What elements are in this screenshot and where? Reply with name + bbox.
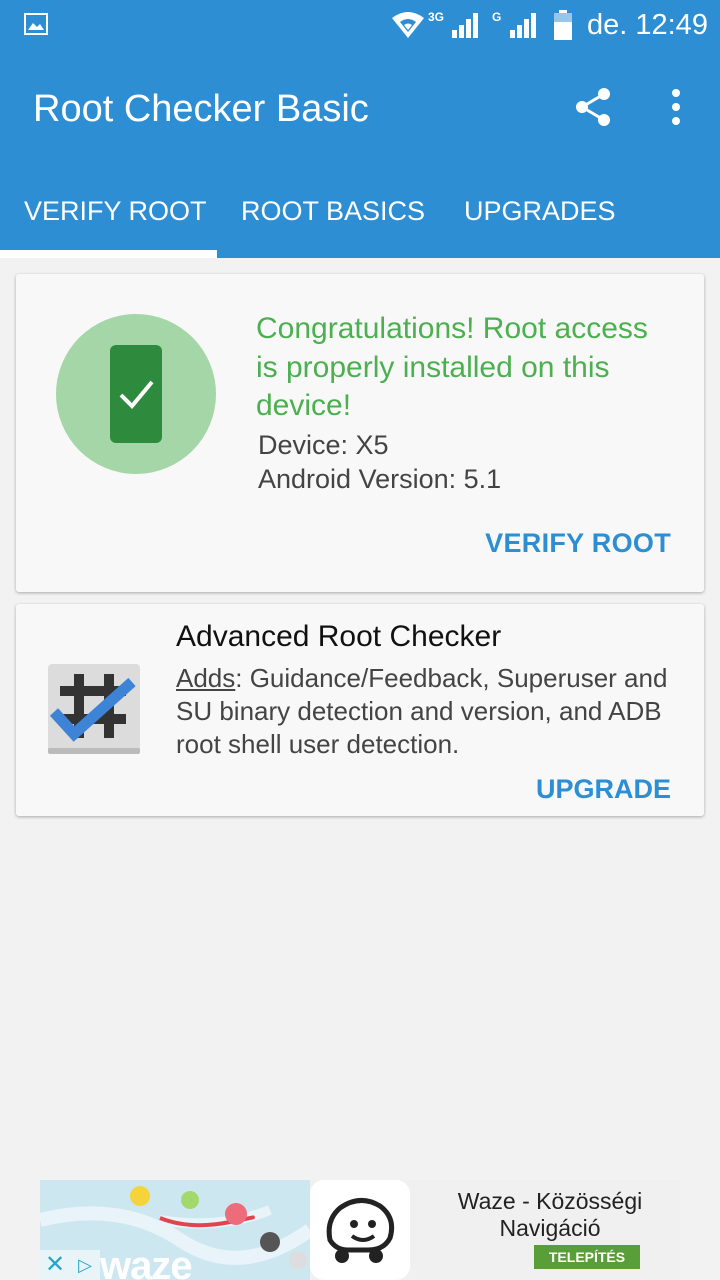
ad-title: Waze - Közösségi Navigáció: [457, 1188, 643, 1241]
status-bar: 3G G de. 12:49: [0, 0, 720, 50]
checkmark-icon: [119, 380, 154, 409]
ad-close-icon[interactable]: ✕: [40, 1250, 70, 1280]
signal-icon: [452, 13, 478, 38]
waze-logo-icon: [310, 1180, 410, 1280]
tab-root-basics[interactable]: ROOT BASICS: [241, 196, 425, 227]
network-type-label: 3G: [428, 10, 445, 24]
verify-root-button[interactable]: VERIFY ROOT: [485, 528, 671, 559]
more-vert-icon[interactable]: [664, 86, 688, 128]
network-type-label-2: G: [492, 10, 502, 24]
adds-link[interactable]: Adds: [176, 663, 235, 693]
upgrade-button[interactable]: UPGRADE: [536, 774, 671, 805]
root-status-message: Congratulations! Root access is properly…: [256, 312, 648, 422]
device-info: Device: X5: [258, 430, 389, 460]
upgrade-card: Advanced Root Checker Adds: Guidance/Fee…: [16, 604, 704, 816]
tab-verify-root[interactable]: VERIFY ROOT: [24, 196, 207, 227]
tab-upgrades[interactable]: UPGRADES: [464, 196, 616, 227]
upgrade-description: Adds: Guidance/Feedback, Superuser and S…: [176, 662, 686, 761]
ad-install-button[interactable]: TELEPÍTÉS: [534, 1245, 640, 1269]
ad-brand-text: waze: [100, 1244, 193, 1280]
clock: de. 12:49: [587, 9, 708, 41]
tab-indicator: [0, 250, 217, 258]
advanced-root-checker-icon: [48, 664, 140, 754]
signal-icon-2: [510, 13, 536, 38]
battery-icon: [554, 10, 572, 40]
adchoices-icon[interactable]: ▷: [70, 1250, 100, 1280]
upgrade-title: Advanced Root Checker: [176, 620, 502, 653]
app-bar: Root Checker Basic VERIFY ROOT ROOT BASI…: [0, 50, 720, 258]
app-title: Root Checker Basic: [33, 88, 369, 130]
root-result-card: Congratulations! Root access is properly…: [16, 274, 704, 592]
phone-check-icon: [110, 345, 162, 443]
wifi-icon: [392, 12, 424, 38]
ad-banner[interactable]: waze Waze - Közösségi Navigáció TELEPÍTÉ…: [40, 1180, 680, 1280]
android-version-info: Android Version: 5.1: [258, 464, 502, 494]
share-icon[interactable]: [572, 86, 614, 128]
upgrade-description-text: : Guidance/Feedback, Superuser and SU bi…: [176, 663, 668, 759]
gallery-icon: [24, 13, 48, 35]
